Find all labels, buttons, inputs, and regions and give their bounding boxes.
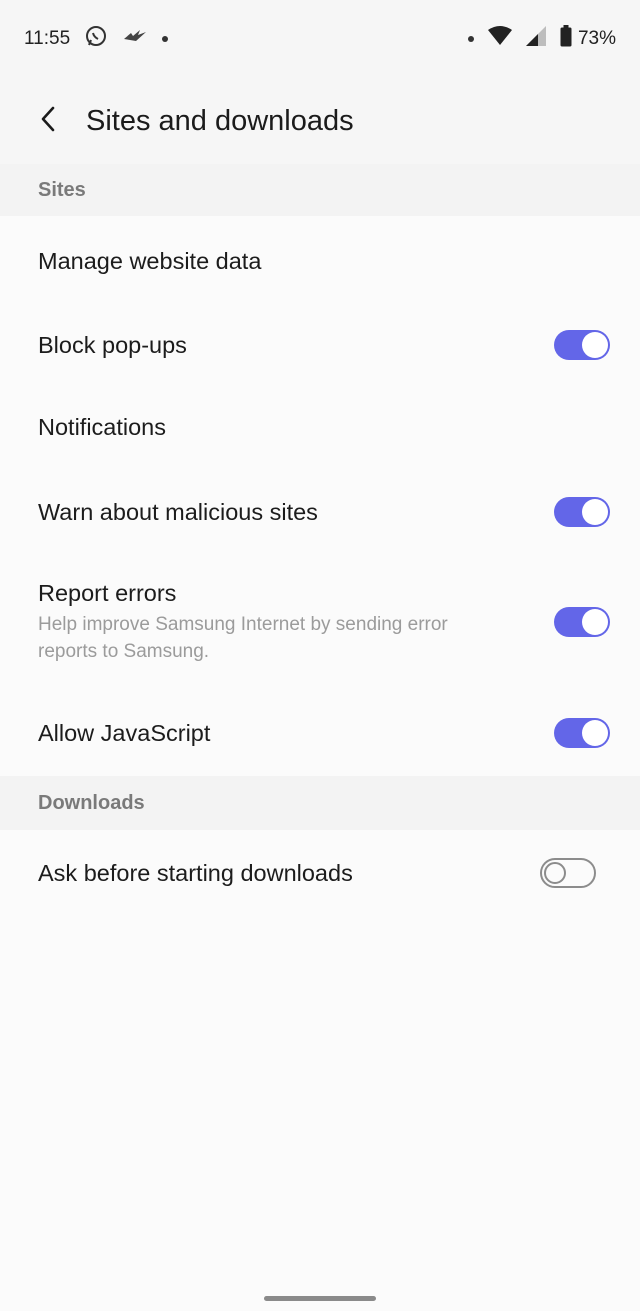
setting-text: Ask before starting downloads <box>38 860 353 887</box>
chevron-left-icon <box>38 105 58 138</box>
setting-title: Allow JavaScript <box>38 719 211 746</box>
setting-notifications[interactable]: Notifications <box>0 384 640 470</box>
whatsapp-icon <box>84 24 108 54</box>
setting-title: Block pop-ups <box>38 331 187 358</box>
report-errors-toggle[interactable] <box>554 607 610 637</box>
toggle-knob <box>544 862 566 884</box>
setting-text: Allow JavaScript <box>38 720 210 747</box>
setting-warn-malicious-sites[interactable]: Warn about malicious sites <box>0 470 640 554</box>
setting-title: Report errors <box>38 579 177 606</box>
notification-dot <box>162 36 169 42</box>
battery-percent: 73% <box>577 28 616 49</box>
warn-malicious-toggle[interactable] <box>554 497 610 527</box>
setting-text: Warn about malicious sites <box>38 499 318 526</box>
back-button[interactable] <box>18 91 78 151</box>
setting-allow-javascript[interactable]: Allow JavaScript <box>0 690 640 776</box>
setting-title: Manage website data <box>38 247 262 274</box>
status-bar: 11:55 73% <box>0 0 640 78</box>
toggle-knob <box>582 332 608 358</box>
setting-ask-before-downloads[interactable]: Ask before starting downloads <box>0 830 640 916</box>
allow-javascript-toggle[interactable] <box>554 718 610 748</box>
page-title: Sites and downloads <box>86 104 354 137</box>
status-bar-right: 73% <box>467 25 616 53</box>
setting-title: Warn about malicious sites <box>38 498 318 525</box>
setting-manage-website-data[interactable]: Manage website data <box>0 216 640 306</box>
toggle-knob <box>582 720 608 746</box>
setting-block-popups[interactable]: Block pop-ups <box>0 306 640 384</box>
status-bar-left: 11:55 <box>24 24 169 54</box>
section-label: Downloads <box>38 791 145 814</box>
wifi-icon <box>487 26 512 52</box>
setting-report-errors[interactable]: Report errors Help improve Samsung Inter… <box>0 554 640 690</box>
home-indicator[interactable] <box>264 1296 376 1301</box>
setting-text: Report errors Help improve Samsung Inter… <box>38 580 478 665</box>
toggle-knob <box>582 499 608 525</box>
signal-icon <box>525 26 546 52</box>
battery-icon <box>560 25 572 53</box>
section-header-downloads: Downloads <box>0 776 640 830</box>
setting-text: Manage website data <box>38 248 261 275</box>
toggle-knob <box>582 609 608 635</box>
setting-title: Notifications <box>38 413 166 440</box>
app-header: Sites and downloads <box>0 78 640 164</box>
section-header-sites: Sites <box>0 164 640 216</box>
setting-subtitle: Help improve Samsung Internet by sending… <box>38 613 448 662</box>
setting-text: Block pop-ups <box>38 332 187 359</box>
status-time: 11:55 <box>24 28 71 49</box>
setting-title: Ask before starting downloads <box>38 859 353 886</box>
setting-text: Notifications <box>38 414 166 441</box>
bird-icon <box>122 27 148 51</box>
section-label: Sites <box>38 178 86 201</box>
notification-dot <box>467 36 474 42</box>
ask-before-downloads-toggle[interactable] <box>540 858 596 888</box>
block-popups-toggle[interactable] <box>554 330 610 360</box>
